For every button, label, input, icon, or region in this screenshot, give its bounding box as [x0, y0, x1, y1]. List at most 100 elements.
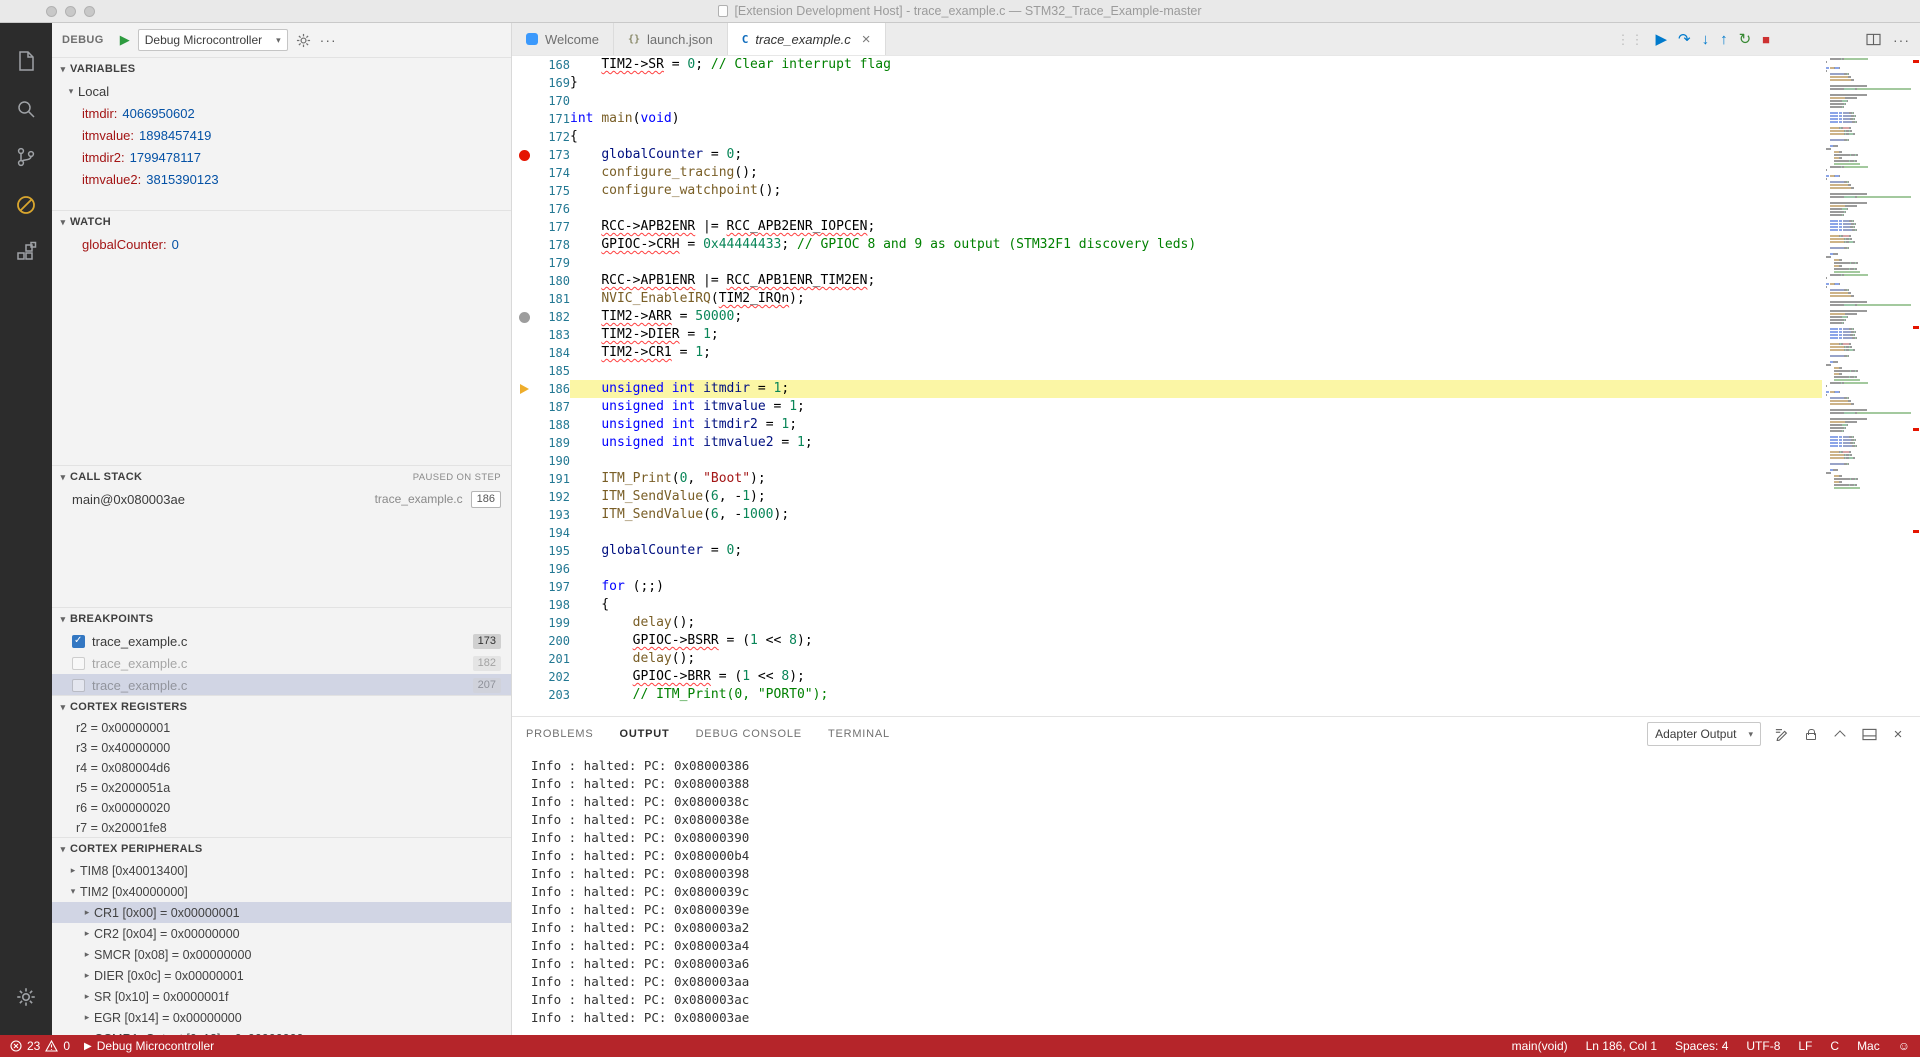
- peripheral-row[interactable]: ▸DIER [0x0c] = 0x00000001: [52, 965, 511, 986]
- code-line[interactable]: 168 TIM2->SR = 0; // Clear interrupt fla…: [512, 56, 1920, 74]
- code-text[interactable]: RCC->APB1ENR |= RCC_APB1ENR_TIM2EN;: [570, 272, 1920, 290]
- code-line[interactable]: 196: [512, 560, 1920, 578]
- panel-tab-output[interactable]: OUTPUT: [620, 728, 670, 740]
- register-row[interactable]: r4 = 0x080004d6: [52, 758, 511, 778]
- status-item[interactable]: Ln 186, Col 1: [1586, 1039, 1657, 1053]
- line-number[interactable]: 198: [536, 596, 570, 614]
- breakpoint-checkbox[interactable]: [72, 679, 85, 692]
- code-text[interactable]: delay();: [570, 614, 1920, 632]
- sidebar-item-source-control[interactable]: [2, 133, 50, 181]
- breakpoints-section-header[interactable]: ▾ BREAKPOINTS: [52, 608, 511, 630]
- code-line[interactable]: 193 ITM_SendValue(6, -1000);: [512, 506, 1920, 524]
- code-text[interactable]: }: [570, 74, 1920, 92]
- code-line[interactable]: 182 TIM2->ARR = 50000;: [512, 308, 1920, 326]
- move-panel-button[interactable]: [1861, 726, 1877, 742]
- code-text[interactable]: [570, 560, 1920, 578]
- watch-section-header[interactable]: ▾ WATCH: [52, 211, 511, 233]
- line-number[interactable]: 192: [536, 488, 570, 506]
- panel-tab-terminal[interactable]: TERMINAL: [828, 728, 890, 740]
- breakpoint-checkbox[interactable]: [72, 657, 85, 670]
- code-text[interactable]: ITM_SendValue(6, -1000);: [570, 506, 1920, 524]
- sidebar-item-explorer[interactable]: [2, 37, 50, 85]
- code-line[interactable]: 195 globalCounter = 0;: [512, 542, 1920, 560]
- breakpoint-row[interactable]: trace_example.c182: [52, 652, 511, 674]
- code-line[interactable]: 190: [512, 452, 1920, 470]
- code-line[interactable]: 169}: [512, 74, 1920, 92]
- line-number[interactable]: 194: [536, 524, 570, 542]
- gutter-glyph-margin[interactable]: [512, 164, 536, 182]
- code-text[interactable]: unsigned int itmvalue = 1;: [570, 398, 1920, 416]
- register-row[interactable]: r7 = 0x20001fe8: [52, 818, 511, 837]
- code-text[interactable]: globalCounter = 0;: [570, 542, 1920, 560]
- panel-tab-debug-console[interactable]: DEBUG CONSOLE: [696, 728, 802, 740]
- code-line[interactable]: 185: [512, 362, 1920, 380]
- code-text[interactable]: GPIOC->BSRR = (1 << 8);: [570, 632, 1920, 650]
- code-line[interactable]: 201 delay();: [512, 650, 1920, 668]
- sidebar-item-extensions[interactable]: [2, 229, 50, 277]
- configure-debug-button[interactable]: [296, 32, 312, 48]
- gutter-glyph-margin[interactable]: [512, 308, 536, 326]
- gutter-glyph-margin[interactable]: [512, 200, 536, 218]
- gutter-glyph-margin[interactable]: [512, 74, 536, 92]
- code-line[interactable]: 183 TIM2->DIER = 1;: [512, 326, 1920, 344]
- peripheral-row[interactable]: ▾TIM2 [0x40000000]: [52, 881, 511, 902]
- code-line[interactable]: 192 ITM_SendValue(6, -1);: [512, 488, 1920, 506]
- tab-launch-json[interactable]: {}launch.json: [614, 23, 728, 55]
- peripheral-row[interactable]: ▸EGR [0x14] = 0x00000000: [52, 1007, 511, 1028]
- code-line[interactable]: 171int main(void): [512, 110, 1920, 128]
- feedback-smiley-icon[interactable]: ☺: [1898, 1039, 1910, 1053]
- line-number[interactable]: 177: [536, 218, 570, 236]
- code-text[interactable]: [570, 254, 1920, 272]
- code-line[interactable]: 173 globalCounter = 0;: [512, 146, 1920, 164]
- gutter-glyph-margin[interactable]: [512, 506, 536, 524]
- gutter-glyph-margin[interactable]: [512, 218, 536, 236]
- minimap[interactable]: [1822, 56, 1912, 716]
- output-log[interactable]: Info : halted: PC: 0x08000386Info : halt…: [512, 751, 1920, 1035]
- code-line[interactable]: 203 // ITM_Print(0, "PORT0");: [512, 686, 1920, 704]
- line-number[interactable]: 180: [536, 272, 570, 290]
- gutter-glyph-margin[interactable]: [512, 272, 536, 290]
- code-line[interactable]: 187 unsigned int itmvalue = 1;: [512, 398, 1920, 416]
- stop-button[interactable]: ■: [1762, 33, 1770, 46]
- code-text[interactable]: ITM_SendValue(6, -1);: [570, 488, 1920, 506]
- code-text[interactable]: unsigned int itmdir = 1;: [570, 380, 1920, 398]
- maximize-panel-button[interactable]: [1832, 726, 1848, 742]
- variables-section-header[interactable]: ▾ VARIABLES: [52, 58, 511, 80]
- code-text[interactable]: [570, 92, 1920, 110]
- gutter-glyph-margin[interactable]: [512, 434, 536, 452]
- peripheral-row[interactable]: ▸TIM8 [0x40013400]: [52, 860, 511, 881]
- code-text[interactable]: unsigned int itmdir2 = 1;: [570, 416, 1920, 434]
- more-actions-icon[interactable]: ···: [1893, 32, 1910, 48]
- close-window-button[interactable]: [46, 6, 57, 17]
- code-text[interactable]: ITM_Print(0, "Boot");: [570, 470, 1920, 488]
- gutter-glyph-margin[interactable]: [512, 488, 536, 506]
- close-icon[interactable]: ×: [862, 31, 871, 48]
- peripheral-row[interactable]: ▸SR [0x10] = 0x0000001f: [52, 986, 511, 1007]
- peripheral-row[interactable]: ▸CCMR1_Output [0x18] = 0x00000000: [52, 1028, 511, 1035]
- line-number[interactable]: 184: [536, 344, 570, 362]
- step-out-button[interactable]: ↑: [1720, 32, 1728, 47]
- gutter-glyph-margin[interactable]: [512, 470, 536, 488]
- line-number[interactable]: 189: [536, 434, 570, 452]
- code-line[interactable]: 189 unsigned int itmvalue2 = 1;: [512, 434, 1920, 452]
- line-number[interactable]: 170: [536, 92, 570, 110]
- status-item[interactable]: UTF-8: [1746, 1039, 1780, 1053]
- code-text[interactable]: RCC->APB2ENR |= RCC_APB2ENR_IOPCEN;: [570, 218, 1920, 236]
- code-text[interactable]: int main(void): [570, 110, 1920, 128]
- problems-indicator[interactable]: 23 0: [10, 1039, 70, 1053]
- drag-handle-icon[interactable]: ⋮⋮: [1616, 33, 1644, 46]
- code-line[interactable]: 181 NVIC_EnableIRQ(TIM2_IRQn);: [512, 290, 1920, 308]
- gutter-glyph-margin[interactable]: [512, 362, 536, 380]
- code-line[interactable]: 199 delay();: [512, 614, 1920, 632]
- tab-trace-example-c[interactable]: Ctrace_example.c×: [728, 23, 886, 55]
- debug-session-indicator[interactable]: ▶ Debug Microcontroller: [84, 1039, 214, 1053]
- line-number[interactable]: 178: [536, 236, 570, 254]
- line-number[interactable]: 200: [536, 632, 570, 650]
- code-text[interactable]: configure_tracing();: [570, 164, 1920, 182]
- gutter-glyph-margin[interactable]: [512, 236, 536, 254]
- line-number[interactable]: 174: [536, 164, 570, 182]
- gutter-glyph-margin[interactable]: [512, 326, 536, 344]
- gutter-glyph-margin[interactable]: [512, 128, 536, 146]
- code-text[interactable]: for (;;): [570, 578, 1920, 596]
- gutter-glyph-margin[interactable]: [512, 542, 536, 560]
